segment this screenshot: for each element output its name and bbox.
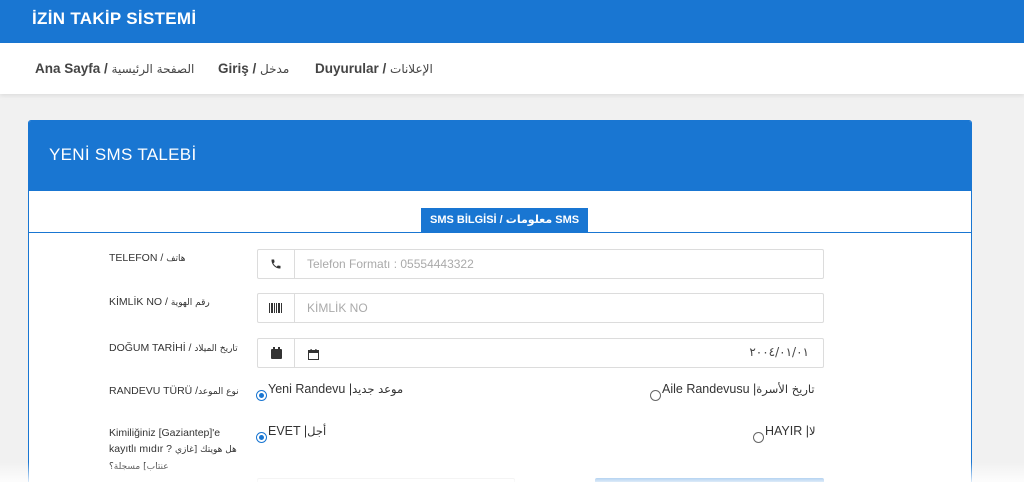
nav-login[interactable]: Giriş / مدخل: [218, 61, 289, 76]
id-no-label-text: KİMLİK NO /: [109, 296, 171, 308]
radio-new-appointment-label: Yeni Randevu |: [268, 382, 353, 396]
top-bar: İZİN TAKİP SİSTEMİ: [0, 0, 1024, 43]
sms-request-card: YENİ SMS TALEBİ SMS BİLGİSİ / معلومات SM…: [28, 120, 972, 482]
radio-new-appointment[interactable]: Yeni Randevu | موعد جديد: [256, 382, 403, 401]
nav-bar: Ana Sayfa / الصفحة الرئيسية Giriş / مدخل…: [0, 43, 1024, 94]
radio-yes-label-ar: أجل: [307, 424, 327, 438]
radio-family-appointment-label-ar: تاريخ الأسرة: [756, 382, 815, 396]
phone-label-ar: هاتف: [166, 254, 186, 264]
calendar-icon: [258, 339, 295, 367]
radio-family-appointment[interactable]: Aile Randevusu | تاريخ الأسرة: [650, 382, 815, 401]
radio-yes-label: EVET |: [268, 424, 308, 438]
nav-home-label: Ana Sayfa /: [35, 61, 112, 76]
nav-announcements-label-ar: الإعلانات: [390, 62, 433, 76]
birth-date-label-ar: تاريخ الميلاد: [194, 344, 238, 354]
tab-sms-info[interactable]: SMS BİLGİSİ / معلومات SMS: [421, 208, 589, 232]
phone-icon: [258, 250, 295, 278]
birth-date-label-text: DOĞUM TARİHİ /: [109, 342, 195, 354]
nav-announcements-label: Duyurular /: [315, 61, 391, 76]
radio-no-dot[interactable]: [753, 432, 764, 443]
nav-home-label-ar: الصفحة الرئيسية: [111, 62, 195, 76]
barcode-icon: [258, 294, 295, 322]
phone-input-group: [257, 249, 824, 279]
radio-yes[interactable]: EVET | أجل: [256, 424, 326, 443]
radio-family-appointment-dot[interactable]: [650, 390, 661, 401]
birth-date-value[interactable]: ٢٠٠٤/٠١/٠١: [749, 345, 809, 359]
radio-no-label: HAYIR |: [765, 424, 809, 438]
nav-login-label-ar: مدخل: [260, 62, 290, 76]
appointment-type-label-text: RANDEVU TÜRÜ /: [109, 385, 199, 397]
appointment-type-label-ar: نوع الموعد: [198, 387, 239, 397]
nav-announcements[interactable]: Duyurular / الإعلانات: [315, 61, 433, 76]
nav-home[interactable]: Ana Sayfa / الصفحة الرئيسية: [35, 61, 194, 76]
card-title: YENİ SMS TALEBİ: [49, 145, 197, 164]
phone-input[interactable]: [295, 250, 823, 278]
captcha-input[interactable]: [257, 478, 515, 482]
id-no-input[interactable]: [295, 294, 823, 322]
date-picker-icon[interactable]: [308, 347, 319, 365]
id-no-label-ar: رقم الهوية: [170, 298, 210, 308]
phone-label: TELEFON / هاتف: [109, 250, 186, 267]
appointment-type-label: RANDEVU TÜRÜ /نوع الموعد: [109, 383, 239, 400]
tab-divider: [29, 232, 971, 233]
radio-no[interactable]: HAYIR | لا: [753, 424, 816, 443]
nav-login-label: Giriş /: [218, 61, 261, 76]
registered-label: Kimiliğiniz [Gaziantep]'e kayıtlı mıdır …: [109, 425, 244, 475]
phone-label-text: TELEFON /: [109, 252, 167, 264]
radio-yes-dot[interactable]: [256, 432, 267, 443]
id-no-label: KİMLİK NO / رقم الهوية: [109, 294, 210, 311]
id-no-input-group: [257, 293, 824, 323]
card-header: YENİ SMS TALEBİ: [29, 121, 971, 191]
app-title: İZİN TAKİP SİSTEMİ: [32, 9, 197, 28]
birth-date-label: DOĞUM TARİHİ / تاريخ الميلاد: [109, 340, 239, 357]
radio-no-label-ar: لا: [809, 424, 816, 438]
radio-family-appointment-label: Aile Randevusu |: [662, 382, 757, 396]
submit-button[interactable]: [595, 478, 824, 482]
radio-new-appointment-dot[interactable]: [256, 390, 267, 401]
radio-new-appointment-label-ar: موعد جديد: [352, 382, 404, 396]
birth-date-input-group: ٢٠٠٤/٠١/٠١: [257, 338, 824, 368]
